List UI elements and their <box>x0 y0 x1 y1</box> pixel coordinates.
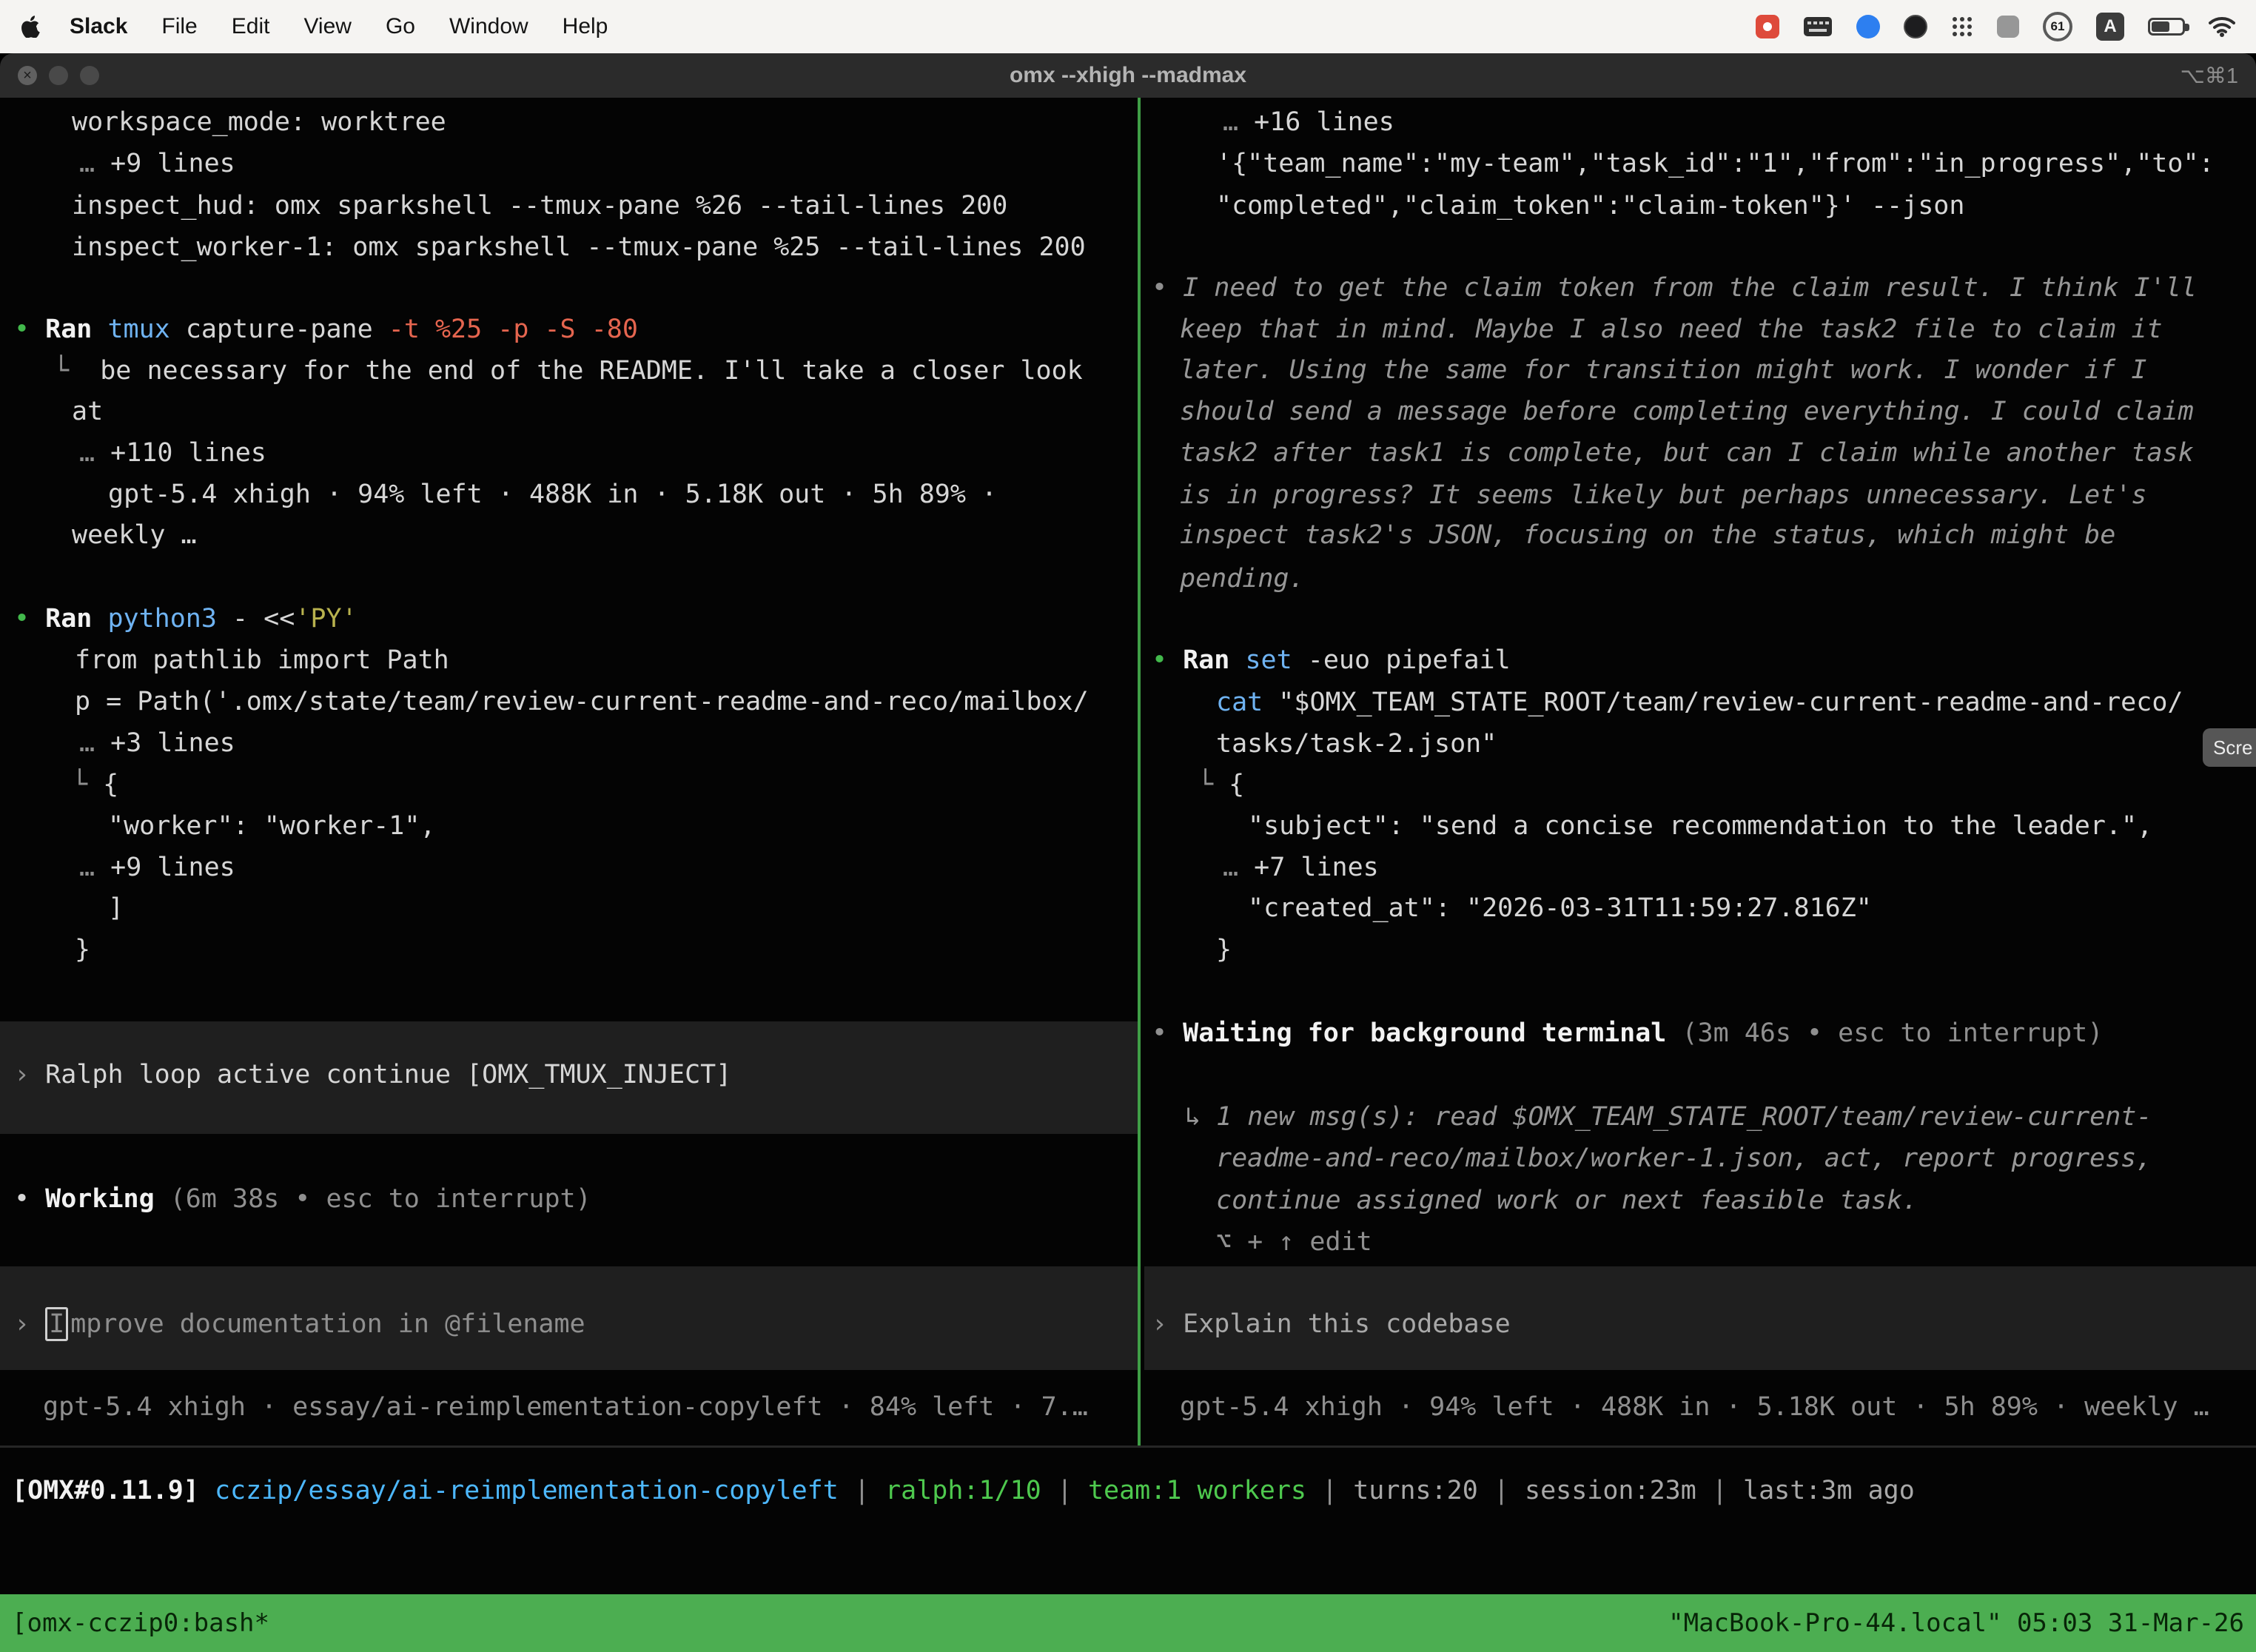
terminal-line: "subject": "send a concise recommendatio… <box>1248 805 2152 847</box>
pane-divider-vertical[interactable] <box>1138 98 1141 1446</box>
screen: Slack File Edit View Go Window Help <box>0 0 2256 1652</box>
terminal-line: └ { <box>1198 764 1244 805</box>
terminal-line: … +9 lines <box>79 143 235 184</box>
terminal-line: inspect_worker-1: omx sparkshell --tmux-… <box>72 226 1086 268</box>
input-source-icon[interactable]: A <box>2096 13 2124 41</box>
terminal-line: … +7 lines <box>1223 847 1379 888</box>
terminal-line: › Explain this codebase <box>1152 1303 1511 1345</box>
tmux-host-clock: "MacBook-Pro-44.local" 05:03 31-Mar-26 <box>1668 1608 2244 1638</box>
menu-status-icons: 61 A <box>1756 12 2235 41</box>
terminal-line: "created_at": "2026-03-31T11:59:27.816Z" <box>1248 887 1872 929</box>
terminal-line: is in progress? It seems likely but perh… <box>1180 474 2146 516</box>
terminal-line: … +110 lines <box>79 432 266 474</box>
apple-icon <box>21 16 40 38</box>
terminal-line: • Ran tmux capture-pane -t %25 -p -S -80 <box>14 309 638 350</box>
menu-item-go[interactable]: Go <box>386 14 415 39</box>
record-dot-icon <box>1763 22 1772 31</box>
terminal-line: } <box>75 929 90 970</box>
terminal-line: • Ran set -euo pipefail <box>1152 639 1511 681</box>
grid-dots-icon[interactable] <box>1951 16 1973 38</box>
terminal-line: › Ralph loop active continue [OMX_TMUX_I… <box>14 1054 731 1095</box>
screenshot-tooltip: Scre <box>2203 728 2256 767</box>
terminal-line: [OMX#0.11.9] cczip/essay/ai-reimplementa… <box>12 1470 1915 1511</box>
terminal-line: inspect_hud: omx sparkshell --tmux-pane … <box>72 185 1007 226</box>
wifi-icon[interactable] <box>2209 16 2235 37</box>
terminal-line: weekly … <box>72 514 197 556</box>
battery-icon[interactable] <box>2148 18 2185 36</box>
terminal-line: └ { <box>72 764 118 805</box>
tooltip-text: Scre <box>2213 736 2252 759</box>
terminal-line: '{"team_name":"my-team","task_id":"1","f… <box>1216 143 2215 184</box>
keyboard-icon[interactable] <box>1803 16 1833 37</box>
terminal-line: workspace_mode: worktree <box>72 101 446 143</box>
terminal-line: › Improve documentation in @filename <box>14 1303 585 1345</box>
terminal-line: from pathlib import Path <box>75 639 449 681</box>
terminal-line: ↳ 1 new msg(s): read $OMX_TEAM_STATE_ROO… <box>1185 1096 2152 1138</box>
terminal-line: continue assigned work or next feasible … <box>1216 1180 1918 1221</box>
terminal-line: task2 after task1 is complete, but can I… <box>1180 432 2194 474</box>
terminal-cursor: I <box>45 1307 68 1341</box>
terminal-line: tasks/task-2.json" <box>1216 723 1497 765</box>
terminal-line: cat "$OMX_TEAM_STATE_ROOT/team/review-cu… <box>1216 682 2183 723</box>
terminal-line: gpt-5.4 xhigh · essay/ai-reimplementatio… <box>43 1386 1088 1428</box>
menu-item-file[interactable]: File <box>161 14 197 39</box>
menu-item-window[interactable]: Window <box>449 14 528 39</box>
terminal-line: └ be necessary for the end of the README… <box>53 350 1083 392</box>
apple-menu[interactable] <box>21 16 40 38</box>
menu-item-edit[interactable]: Edit <box>232 14 270 39</box>
tmux-status-bar: [omx-cczip0:bash* "MacBook-Pro-44.local"… <box>0 1594 2256 1652</box>
gray-app-icon[interactable] <box>1997 16 2019 38</box>
terminal-line: "completed","claim_token":"claim-token"}… <box>1216 185 1964 226</box>
terminal-line: keep that in mind. Maybe I also need the… <box>1180 309 2163 350</box>
terminal-line: ] <box>108 887 124 929</box>
terminal-line: } <box>1216 929 1232 970</box>
terminal-line: ⌥ + ↑ edit <box>1216 1221 1372 1263</box>
menu-item-help[interactable]: Help <box>563 14 608 39</box>
terminal-line: … +9 lines <box>79 847 235 888</box>
terminal-line: inspect task2's JSON, focusing on the st… <box>1180 514 2115 556</box>
battery-percent-icon[interactable]: 61 <box>2043 12 2072 41</box>
terminal-line: • I need to get the claim token from the… <box>1152 267 2197 309</box>
menu-app-name[interactable]: Slack <box>70 14 127 39</box>
terminal-line: readme-and-reco/mailbox/worker-1.json, a… <box>1216 1138 2152 1179</box>
menu-bar: Slack File Edit View Go Window Help <box>0 0 2256 53</box>
terminal-line: pending. <box>1180 558 1305 600</box>
pane-divider-horizontal[interactable] <box>0 1446 2256 1448</box>
terminal-line: • Waiting for background terminal (3m 46… <box>1152 1013 2103 1054</box>
terminal-line: should send a message before completing … <box>1180 391 2194 432</box>
terminal-line: gpt-5.4 xhigh · 94% left · 488K in · 5.1… <box>1180 1386 2209 1428</box>
screen-recording-icon[interactable] <box>1756 15 1779 38</box>
terminal-line: later. Using the same for transition mig… <box>1180 349 2146 391</box>
terminal-line: gpt-5.4 xhigh · 94% left · 488K in · 5.1… <box>108 474 997 515</box>
terminal-content[interactable]: workspace_mode: worktree… +9 linesinspec… <box>0 0 2256 1652</box>
dark-app-icon[interactable] <box>1904 15 1927 38</box>
terminal-line: … +3 lines <box>79 722 235 764</box>
terminal-line: • Ran python3 - <<'PY' <box>14 598 357 639</box>
tmux-session-label: [omx-cczip0:bash* <box>12 1608 269 1638</box>
blue-app-icon[interactable] <box>1856 15 1880 38</box>
terminal-line: … +16 lines <box>1223 101 1394 143</box>
terminal-line: at <box>72 391 103 432</box>
terminal-line: "worker": "worker-1", <box>108 805 436 847</box>
terminal-line: p = Path('.omx/state/team/review-current… <box>75 681 1089 722</box>
terminal-line: • Working (6m 38s • esc to interrupt) <box>14 1178 591 1220</box>
menu-item-view[interactable]: View <box>303 14 351 39</box>
